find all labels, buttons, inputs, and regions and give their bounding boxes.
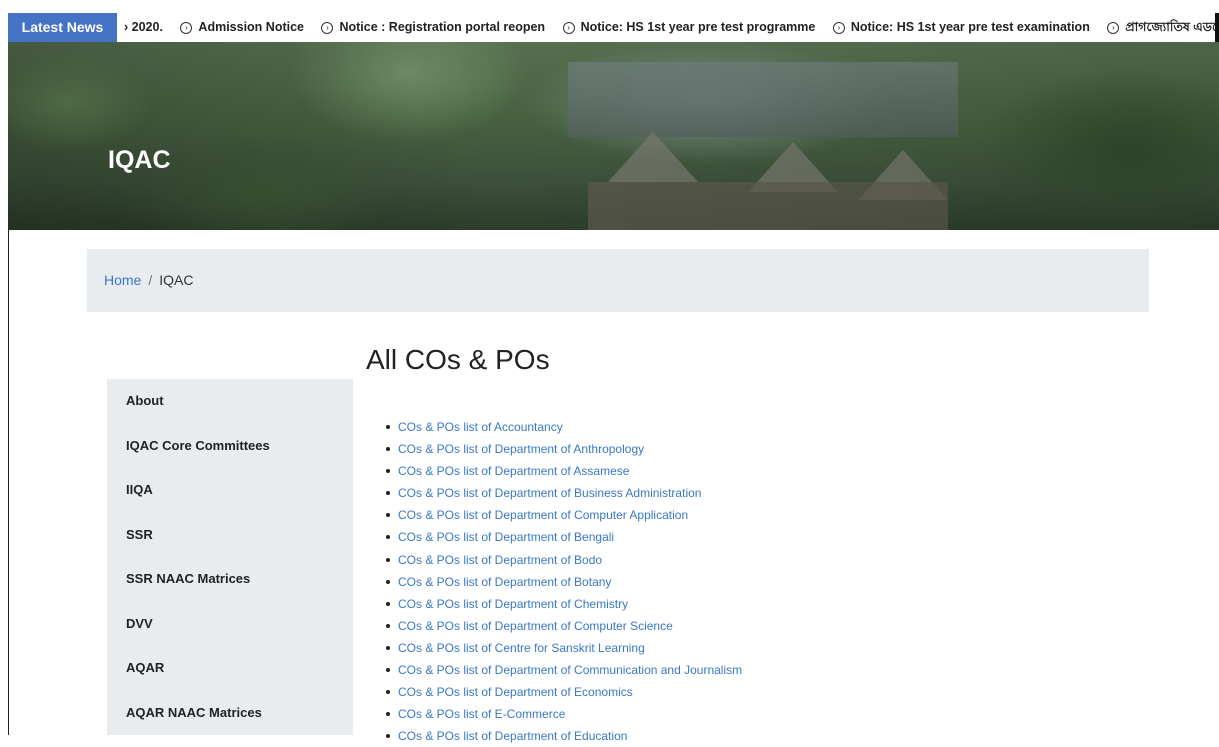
chevron-circle-icon: ›	[1107, 22, 1120, 34]
list-item: COs & POs list of Department of Bengali	[370, 526, 742, 548]
co-po-link[interactable]: COs & POs list of Department of Chemistr…	[398, 597, 628, 611]
sidebar-item-iqac-core-committees[interactable]: IQAC Core Committees	[107, 424, 353, 469]
co-po-link[interactable]: COs & POs list of Centre for Sanskrit Le…	[398, 641, 645, 655]
co-po-link[interactable]: COs & POs list of Department of Business…	[398, 486, 701, 500]
latest-news-label: Latest News	[8, 13, 117, 42]
sidebar: About IQAC Core Committees IIQA SSR SSR …	[107, 379, 353, 735]
list-item: COs & POs list of Department of Economic…	[370, 681, 742, 703]
co-po-link[interactable]: COs & POs list of Accountancy	[398, 420, 563, 434]
co-po-link[interactable]: COs & POs list of Department of Communic…	[398, 663, 742, 677]
list-item: COs & POs list of Accountancy	[370, 416, 742, 438]
co-po-list: COs & POs list of Accountancy COs & POs …	[370, 416, 742, 747]
list-item: COs & POs list of Department of Computer…	[370, 504, 742, 526]
ticker-item-label: প্ৰাগজ্যোতিষ এডভেঞ্চাৰ	[1125, 20, 1219, 34]
sidebar-item-aqar[interactable]: AQAR	[107, 646, 353, 691]
co-po-link[interactable]: COs & POs list of Department of Anthropo…	[398, 442, 644, 456]
news-ticker: Latest News › 2020. › Admission Notice › N…	[8, 13, 1219, 42]
sidebar-item-iiqa[interactable]: IIQA	[107, 468, 353, 513]
chevron-circle-icon: ›	[180, 22, 193, 34]
list-item: COs & POs list of Department of Chemistr…	[370, 593, 742, 615]
ticker-item-label: Admission Notice	[198, 20, 304, 34]
breadcrumb: Home / IQAC	[87, 249, 1149, 312]
page-edge	[8, 230, 9, 735]
banner-shade	[8, 42, 1219, 230]
page-title: All COs & POs	[366, 344, 550, 375]
sidebar-item-ssr[interactable]: SSR	[107, 513, 353, 558]
chevron-circle-icon: ›	[562, 22, 575, 34]
sidebar-item-about[interactable]: About	[107, 379, 353, 424]
co-po-link[interactable]: COs & POs list of Department of Bodo	[398, 553, 602, 567]
sidebar-item-aqar-naac-matrices[interactable]: AQAR NAAC Matrices	[107, 691, 353, 736]
list-item: COs & POs list of Department of Anthropo…	[370, 438, 742, 460]
sidebar-item-dvv[interactable]: DVV	[107, 602, 353, 647]
ticker-prefix-glyph: ›	[124, 20, 129, 34]
co-po-link[interactable]: COs & POs list of Department of Educatio…	[398, 729, 627, 743]
page-banner: IQAC	[8, 42, 1219, 230]
ticker-item-label: 2020.	[131, 20, 163, 34]
ticker-item[interactable]: › 2020.	[124, 13, 163, 42]
ticker-item[interactable]: › Notice: HS 1st year pre test examinatio…	[832, 13, 1090, 42]
co-po-link[interactable]: COs & POs list of Department of Computer…	[398, 619, 673, 633]
chevron-circle-icon: ›	[832, 22, 845, 34]
list-item: COs & POs list of E-Commerce	[370, 703, 742, 725]
list-item: COs & POs list of Department of Computer…	[370, 615, 742, 637]
ticker-item[interactable]: › Notice : Registration portal reopen	[321, 13, 545, 42]
list-item: COs & POs list of Department of Communic…	[370, 659, 742, 681]
ticker-item[interactable]: › Admission Notice	[180, 13, 304, 42]
list-item: COs & POs list of Department of Educatio…	[370, 725, 742, 747]
breadcrumb-home-link[interactable]: Home	[104, 272, 141, 288]
ticker-item-label: Notice: HS 1st year pre test programme	[580, 20, 816, 34]
co-po-link[interactable]: COs & POs list of Department of Economic…	[398, 685, 633, 699]
banner-title: IQAC	[108, 146, 171, 174]
list-item: COs & POs list of Department of Business…	[370, 482, 742, 504]
ticker-item[interactable]: › Notice: HS 1st year pre test programme	[562, 13, 816, 42]
co-po-link[interactable]: COs & POs list of Department of Bengali	[398, 530, 614, 544]
ticker-item[interactable]: › প্ৰাগজ্যোতিষ এডভেঞ্চাৰ	[1107, 13, 1219, 42]
chevron-circle-icon: ›	[321, 22, 334, 34]
list-item: COs & POs list of Centre for Sanskrit Le…	[370, 637, 742, 659]
ticker-item-label: Notice: HS 1st year pre test examination	[850, 20, 1090, 34]
breadcrumb-separator: /	[148, 272, 153, 288]
co-po-link[interactable]: COs & POs list of Department of Assamese	[398, 464, 629, 478]
list-item: COs & POs list of Department of Assamese	[370, 460, 742, 482]
list-item: COs & POs list of Department of Botany	[370, 571, 742, 593]
breadcrumb-current: IQAC	[159, 272, 194, 288]
sidebar-item-ssr-naac-matrices[interactable]: SSR NAAC Matrices	[107, 557, 353, 602]
list-item: COs & POs list of Department of Bodo	[370, 549, 742, 571]
ticker-item-label: Notice : Registration portal reopen	[339, 20, 546, 34]
ticker-edge	[1215, 13, 1219, 42]
co-po-link[interactable]: COs & POs list of Department of Botany	[398, 575, 611, 589]
co-po-link[interactable]: COs & POs list of Department of Computer…	[398, 508, 688, 522]
ticker-track: › 2020. › Admission Notice › Notice : Regi…	[124, 13, 1219, 42]
co-po-link[interactable]: COs & POs list of E-Commerce	[398, 707, 565, 721]
